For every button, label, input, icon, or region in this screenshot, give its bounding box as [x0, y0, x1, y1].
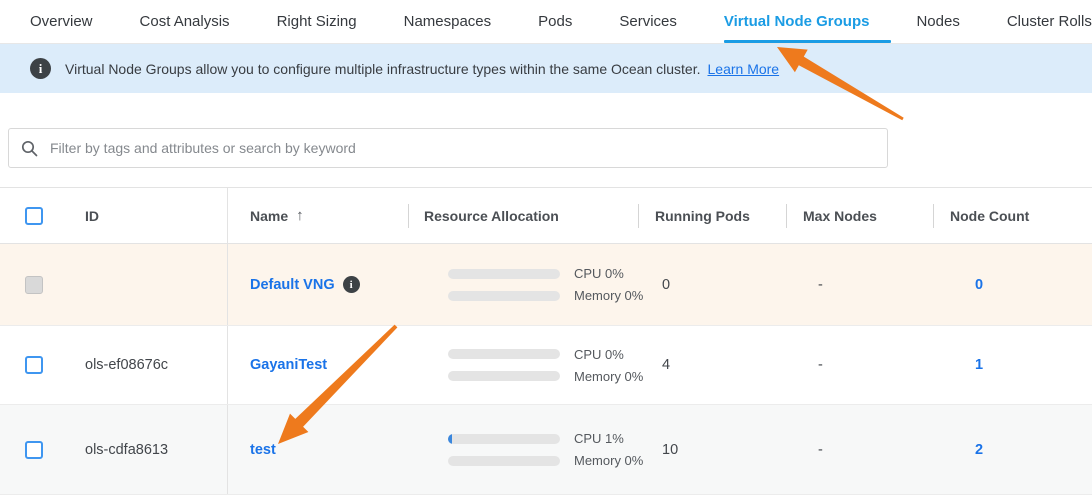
memory-usage-bar [448, 456, 560, 466]
node-count-link[interactable]: 1 [975, 357, 983, 373]
cpu-usage-label: CPU 1% [574, 431, 624, 446]
column-header-max-nodes[interactable]: Max Nodes [786, 188, 933, 243]
search-icon [21, 140, 38, 157]
vng-name-link[interactable]: Default VNG [250, 277, 335, 293]
row-checkbox[interactable] [25, 441, 43, 459]
vng-id: ols-ef08676c [70, 326, 228, 404]
node-count-link[interactable]: 0 [975, 277, 983, 293]
table-row-gayanitest[interactable]: ols-ef08676c GayaniTest CPU 0% Memory 0%… [0, 326, 1092, 405]
cpu-usage-bar [448, 269, 560, 279]
running-pods-value: 10 [638, 405, 786, 494]
cpu-usage-bar [448, 349, 560, 359]
column-header-running-pods[interactable]: Running Pods [638, 188, 786, 243]
info-banner: i Virtual Node Groups allow you to confi… [0, 44, 1092, 93]
info-icon[interactable]: i [343, 276, 360, 293]
tab-cluster-rolls[interactable]: Cluster Rolls [1007, 0, 1092, 43]
column-header-id[interactable]: ID [70, 188, 228, 243]
vng-table: ID Name ↑ Resource Allocation Running Po… [0, 187, 1092, 495]
table-row-test[interactable]: ols-cdfa8613 test CPU 1% Memory 0% 10 - … [0, 405, 1092, 495]
tab-right-sizing[interactable]: Right Sizing [277, 0, 357, 43]
tab-pods[interactable]: Pods [538, 0, 572, 43]
column-header-resource-allocation[interactable]: Resource Allocation [408, 188, 638, 243]
tab-cost-analysis[interactable]: Cost Analysis [140, 0, 230, 43]
column-header-node-count[interactable]: Node Count [933, 188, 1092, 243]
sort-ascending-icon[interactable]: ↑ [296, 207, 304, 224]
row-checkbox[interactable] [25, 356, 43, 374]
memory-usage-bar [448, 371, 560, 381]
search-input[interactable] [48, 139, 875, 157]
max-nodes-value: - [786, 405, 933, 494]
vng-name-link[interactable]: test [250, 442, 276, 458]
select-all-checkbox[interactable] [25, 207, 43, 225]
memory-usage-label: Memory 0% [574, 453, 643, 468]
table-header-row: ID Name ↑ Resource Allocation Running Po… [0, 188, 1092, 244]
learn-more-link[interactable]: Learn More [708, 61, 780, 77]
node-count-link[interactable]: 2 [975, 442, 983, 458]
vng-id [70, 244, 228, 325]
memory-usage-label: Memory 0% [574, 288, 643, 303]
max-nodes-value: - [786, 244, 933, 325]
cpu-usage-bar [448, 434, 560, 444]
tab-nodes[interactable]: Nodes [916, 0, 959, 43]
tab-namespaces[interactable]: Namespaces [404, 0, 492, 43]
running-pods-value: 0 [638, 244, 786, 325]
cluster-tab-bar: Overview Cost Analysis Right Sizing Name… [0, 0, 1092, 44]
tab-overview[interactable]: Overview [30, 0, 93, 43]
vng-id: ols-cdfa8613 [70, 405, 228, 494]
memory-usage-bar [448, 291, 560, 301]
column-header-name[interactable]: Name ↑ [228, 188, 408, 243]
cpu-usage-label: CPU 0% [574, 347, 624, 362]
tab-services[interactable]: Services [619, 0, 677, 43]
memory-usage-label: Memory 0% [574, 369, 643, 384]
banner-text: Virtual Node Groups allow you to configu… [65, 61, 701, 77]
resource-allocation-bars: CPU 0% Memory 0% [448, 344, 643, 386]
tab-virtual-node-groups[interactable]: Virtual Node Groups [724, 0, 870, 43]
resource-allocation-bars: CPU 1% Memory 0% [448, 429, 643, 471]
cpu-usage-label: CPU 0% [574, 266, 624, 281]
filter-search-box[interactable] [8, 128, 888, 168]
max-nodes-value: - [786, 326, 933, 404]
resource-allocation-bars: CPU 0% Memory 0% [448, 264, 643, 306]
running-pods-value: 4 [638, 326, 786, 404]
row-checkbox [25, 276, 43, 294]
vng-name-link[interactable]: GayaniTest [250, 357, 327, 373]
info-icon: i [30, 58, 51, 79]
column-header-name-label: Name [250, 208, 288, 224]
table-row-default-vng[interactable]: Default VNG i CPU 0% Memory 0% 0 - 0 [0, 244, 1092, 326]
